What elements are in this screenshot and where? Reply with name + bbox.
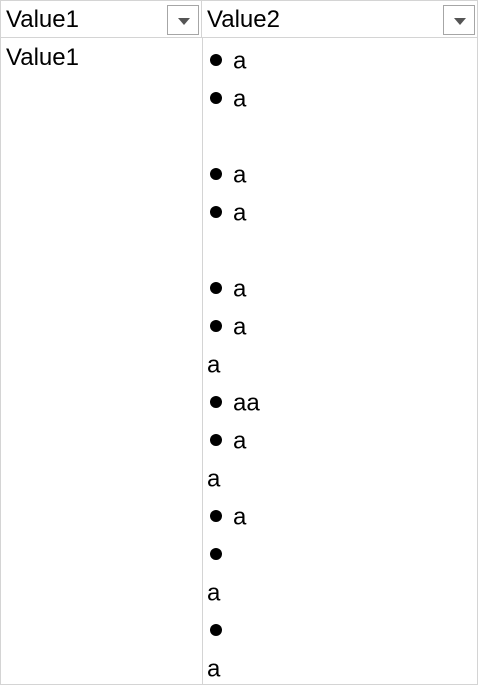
bullet-icon: [210, 547, 222, 560]
list-item-text: a: [233, 47, 247, 75]
list-item: [207, 118, 475, 156]
bullet-icon: [210, 395, 222, 408]
bullet-icon: [210, 205, 222, 218]
list-item: a: [207, 574, 475, 612]
dropdown-arrow-icon: [454, 18, 466, 25]
filter-dropdown-button[interactable]: [443, 5, 475, 35]
bullet-icon: [210, 509, 222, 522]
column-header-label: Value2: [207, 6, 280, 33]
header-row: Value1 Value2: [1, 0, 477, 38]
list-item: a: [207, 650, 475, 688]
list-item: [207, 536, 475, 574]
table-grid: Value1 Value2 Value1 a a a a a a a aa a a a a a: [0, 0, 478, 685]
bullet-icon: [210, 433, 222, 446]
cell-value1[interactable]: Value1: [6, 44, 79, 72]
list-item-text: a: [233, 503, 247, 531]
list-item-text: a: [207, 351, 221, 379]
list-item: a: [207, 346, 475, 384]
list-item-text: a: [233, 313, 247, 341]
bullet-icon: [210, 53, 222, 66]
filter-dropdown-button[interactable]: [167, 5, 199, 35]
list-item: a: [207, 80, 475, 118]
list-item: aa: [207, 384, 475, 422]
list-item: a: [207, 498, 475, 536]
list-item: a: [207, 42, 475, 80]
list-item: a: [207, 156, 475, 194]
list-item-text: a: [233, 427, 247, 455]
bullet-icon: [210, 281, 222, 294]
list-item: a: [207, 194, 475, 232]
list-item-text: a: [233, 199, 247, 227]
list-item: [207, 612, 475, 650]
column-divider: [202, 38, 203, 685]
list-item-text: a: [207, 655, 221, 683]
bullet-icon: [210, 623, 222, 636]
list-item-text: a: [207, 579, 221, 607]
list-item-text: aa: [233, 389, 260, 417]
list-item: a: [207, 422, 475, 460]
bullet-icon: [210, 167, 222, 180]
list-item: a: [207, 460, 475, 498]
list-item-text: a: [233, 85, 247, 113]
list-item-text: a: [233, 275, 247, 303]
header-cell-value1[interactable]: Value1: [1, 1, 202, 38]
header-cell-value2[interactable]: Value2: [202, 1, 477, 38]
list-item: a: [207, 308, 475, 346]
list-item: [207, 232, 475, 270]
bullet-icon: [210, 91, 222, 104]
list-item-text: a: [233, 161, 247, 189]
column-header-label: Value1: [6, 6, 79, 33]
cell-value2-list[interactable]: a a a a a a a aa a a a a a: [207, 42, 475, 688]
list-item-text: a: [207, 465, 221, 493]
list-item: a: [207, 270, 475, 308]
dropdown-arrow-icon: [178, 18, 190, 25]
bullet-icon: [210, 319, 222, 332]
